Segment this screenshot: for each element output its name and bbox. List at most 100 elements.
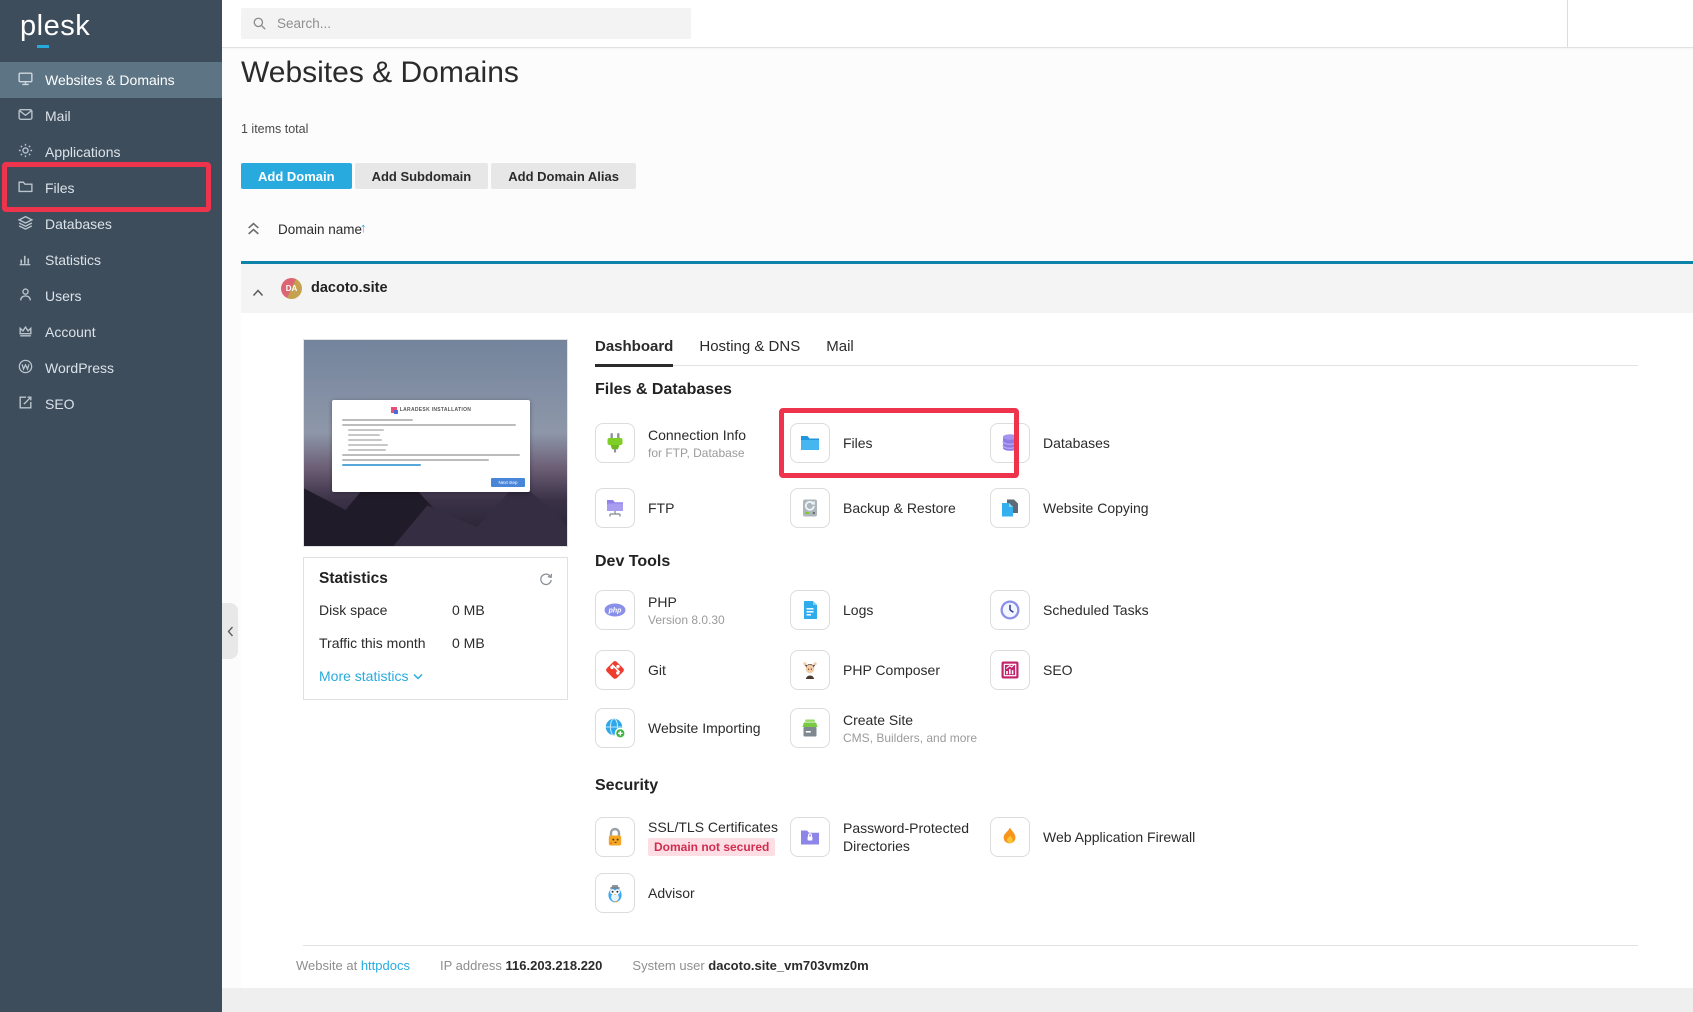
- bar-chart-icon: [17, 250, 34, 270]
- system-user-label: System user: [632, 958, 704, 973]
- item-sublabel: for FTP, Database: [648, 446, 746, 460]
- item-create-site[interactable]: Create Site CMS, Builders, and more: [790, 708, 977, 748]
- item-backup-restore[interactable]: Backup & Restore: [790, 488, 956, 528]
- add-subdomain-button[interactable]: Add Subdomain: [355, 163, 489, 189]
- sidebar-item-label: Users: [45, 288, 82, 304]
- preview-dialog-title: LARADESK INSTALLATION: [400, 407, 471, 413]
- top-bar: [222, 0, 1693, 48]
- item-label: SSL/TLS Certificates: [648, 819, 778, 835]
- httpdocs-link[interactable]: httpdocs: [361, 958, 410, 973]
- sidebar-item-label: Databases: [45, 216, 112, 232]
- layers-icon: [17, 214, 34, 234]
- item-php[interactable]: php PHP Version 8.0.30: [595, 590, 725, 630]
- collapse-row-icon[interactable]: [252, 284, 264, 302]
- preview-dialog-logo: [391, 407, 397, 413]
- logs-document-icon: [790, 590, 830, 630]
- preview-dialog: LARADESK INSTALLATION Next step: [332, 400, 530, 492]
- ip-address: IP address 116.203.218.220: [440, 958, 602, 973]
- sidebar-collapse-handle[interactable]: [222, 603, 238, 659]
- tab-dashboard[interactable]: Dashboard: [595, 338, 673, 367]
- collapse-all-icon[interactable]: [247, 222, 260, 241]
- sidebar-item-statistics[interactable]: Statistics: [0, 242, 222, 278]
- sidebar-item-label: Mail: [45, 108, 71, 124]
- topbar-divider: [1567, 0, 1568, 47]
- sidebar-item-label: SEO: [45, 396, 75, 412]
- domain-avatar: DA: [281, 278, 302, 299]
- sidebar: plesk Websites & Domains Mail Applicatio…: [0, 0, 222, 1012]
- sidebar-item-label: WordPress: [45, 360, 114, 376]
- sidebar-item-mail[interactable]: Mail: [0, 98, 222, 134]
- svg-text:php: php: [608, 608, 623, 615]
- item-seo[interactable]: SEO: [990, 650, 1073, 690]
- plug-icon: [595, 423, 635, 463]
- add-domain-alias-button[interactable]: Add Domain Alias: [491, 163, 636, 189]
- site-preview-thumbnail[interactable]: LARADESK INSTALLATION Next step: [303, 339, 568, 547]
- refresh-icon[interactable]: [538, 571, 554, 592]
- statistics-title: Statistics: [319, 570, 388, 588]
- item-label: SEO: [1043, 662, 1073, 678]
- item-label: Create Site: [843, 712, 977, 728]
- page-bottom-strip: [222, 988, 1693, 1012]
- stat-row: Traffic this month 0 MB: [319, 635, 485, 651]
- sidebar-item-label: Applications: [45, 144, 121, 160]
- item-ssl-certificates[interactable]: SSL/TLS Certificates Domain not secured: [595, 817, 778, 857]
- item-label: PHP Composer: [843, 662, 940, 678]
- item-logs[interactable]: Logs: [790, 590, 873, 630]
- chevron-left-icon: [227, 626, 234, 637]
- system-user-value: dacoto.site_vm703vmz0m: [708, 958, 868, 973]
- website-at-label: Website at: [296, 958, 357, 973]
- sidebar-item-label: Statistics: [45, 252, 101, 268]
- item-scheduled-tasks[interactable]: Scheduled Tasks: [990, 590, 1149, 630]
- folder-lock-icon: [790, 817, 830, 857]
- item-label: Databases: [1043, 435, 1110, 451]
- item-label: Website Importing: [648, 720, 761, 736]
- column-header-domain-name[interactable]: Domain name: [278, 222, 362, 237]
- composer-mascot-icon: [790, 650, 830, 690]
- section-title-security: Security: [595, 777, 658, 795]
- item-website-importing[interactable]: Website Importing: [595, 708, 761, 748]
- card-footer-divider: [303, 945, 1638, 946]
- copy-pages-icon: [990, 488, 1030, 528]
- item-advisor[interactable]: Advisor: [595, 873, 695, 913]
- plesk-logo: plesk: [20, 10, 90, 43]
- backup-restore-icon: [790, 488, 830, 528]
- page-title: Websites & Domains: [241, 56, 519, 90]
- sidebar-item-websites-domains[interactable]: Websites & Domains: [0, 62, 222, 98]
- item-web-application-firewall[interactable]: Web Application Firewall: [990, 817, 1195, 857]
- crown-icon: [17, 322, 34, 342]
- item-ftp[interactable]: FTP: [595, 488, 674, 528]
- tab-hosting-dns[interactable]: Hosting & DNS: [699, 338, 800, 367]
- add-domain-button[interactable]: Add Domain: [241, 163, 352, 189]
- item-connection-info[interactable]: Connection Info for FTP, Database: [595, 423, 746, 463]
- sidebar-item-account[interactable]: Account: [0, 314, 222, 350]
- mail-icon: [17, 106, 34, 126]
- item-label: Password-Protected Directories: [843, 819, 979, 855]
- sidebar-item-wordpress[interactable]: WordPress: [0, 350, 222, 386]
- annotation-highlight-files-card: [779, 408, 1019, 478]
- website-at: Website at httpdocs: [296, 958, 410, 973]
- search-input[interactable]: [241, 8, 691, 39]
- padlock-face-icon: [595, 817, 635, 857]
- tabbar: Dashboard Hosting & DNS Mail: [595, 338, 854, 367]
- trend-icon: [17, 394, 34, 414]
- sidebar-item-users[interactable]: Users: [0, 278, 222, 314]
- user-icon: [17, 286, 34, 306]
- sidebar-item-seo[interactable]: SEO: [0, 386, 222, 422]
- item-label: Scheduled Tasks: [1043, 602, 1149, 618]
- item-password-protected-directories[interactable]: Password-Protected Directories: [790, 817, 979, 857]
- section-title-files-databases: Files & Databases: [595, 381, 732, 399]
- item-git[interactable]: Git: [595, 650, 666, 690]
- stat-label: Traffic this month: [319, 635, 452, 651]
- more-statistics-link[interactable]: More statistics: [319, 668, 423, 684]
- item-website-copying[interactable]: Website Copying: [990, 488, 1149, 528]
- chevron-down-icon: [413, 673, 423, 680]
- sort-ascending-icon[interactable]: ↑: [360, 220, 367, 235]
- tab-mail[interactable]: Mail: [826, 338, 854, 367]
- item-sublabel: CMS, Builders, and more: [843, 731, 977, 745]
- plesk-logo-underline: [37, 45, 49, 48]
- search-box: [241, 8, 691, 39]
- item-php-composer[interactable]: PHP Composer: [790, 650, 940, 690]
- item-label: Connection Info: [648, 427, 746, 443]
- item-label: FTP: [648, 500, 674, 516]
- item-label: PHP: [648, 594, 725, 610]
